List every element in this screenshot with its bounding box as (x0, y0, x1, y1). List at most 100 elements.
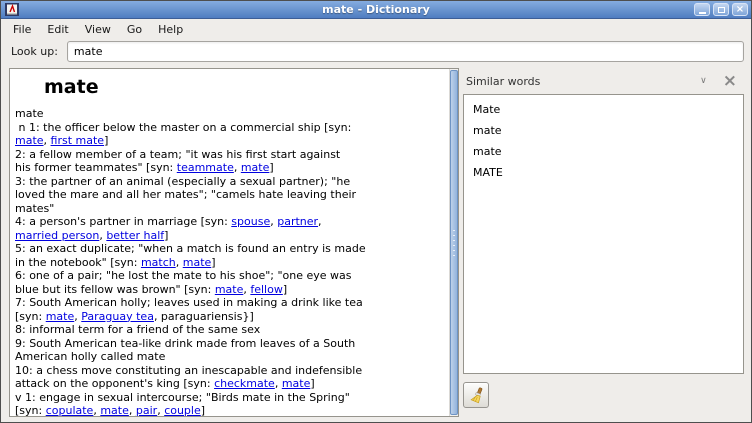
collapse-panel-button[interactable]: ∨ (694, 74, 713, 89)
scrollbar-grip-icon (453, 230, 455, 256)
maximize-icon (718, 7, 725, 13)
similar-word-item[interactable]: MATE (464, 162, 743, 183)
definition-line: n 1: the officer below the master on a c… (15, 121, 447, 135)
definition-line: in the notebook" [syn: match, mate] (15, 256, 447, 270)
definition-text-segment: 10: a chess move constituting an inescap… (15, 364, 362, 377)
synonym-link[interactable]: mate (241, 161, 270, 174)
definition-line: 9: South American tea-like drink made fr… (15, 337, 447, 351)
definition-line: mates" (15, 202, 447, 216)
synonym-link[interactable]: mate (100, 404, 129, 416)
definition-text-segment: n 1: the officer below the master on a c… (15, 121, 351, 134)
definition-text-segment: American holly called mate (15, 350, 165, 363)
synonym-link[interactable]: partner (277, 215, 318, 228)
definition-line: 2: a fellow member of a team; "it was hi… (15, 148, 447, 162)
definition-text-segment: blue but its fellow was brown" [syn: (15, 283, 215, 296)
definition-text-segment: 4: a person's partner in marriage [syn: (15, 215, 231, 228)
synonym-link[interactable]: spouse (231, 215, 270, 228)
main-area: mate mate n 1: the officer below the mas… (1, 66, 751, 422)
synonym-link[interactable]: pair (136, 404, 157, 416)
similar-words-header: Similar words ∨ × (463, 68, 744, 94)
definition-panel: mate mate n 1: the officer below the mas… (9, 68, 459, 417)
window-title: mate - Dictionary (1, 3, 751, 16)
definition-line: his former teammates" [syn: teammate, ma… (15, 161, 447, 175)
lookup-label: Look up: (11, 45, 58, 58)
definition-text-segment: 6: one of a pair; "he lost the mate to h… (15, 269, 352, 282)
synonym-link[interactable]: mate (46, 310, 75, 323)
definition-line: married person, better half] (15, 229, 447, 243)
definition-line: 8: informal term for a friend of the sam… (15, 323, 447, 337)
similar-words-panel: Similar words ∨ × MatematemateMATE (463, 68, 744, 417)
minimize-button[interactable] (694, 3, 710, 16)
definition-text-segment: 3: the partner of an animal (especially … (15, 175, 350, 188)
definition-line: 10: a chess move constituting an inescap… (15, 364, 447, 378)
definition-text-segment: v 1: engage in sexual intercourse; "Bird… (15, 391, 350, 404)
definition-line: [syn: copulate, mate, pair, couple] (15, 404, 447, 416)
definition-line: 3: the partner of an animal (especially … (15, 175, 447, 189)
definition-line: 6: one of a pair; "he lost the mate to h… (15, 269, 447, 283)
definition-line: mate (15, 107, 447, 121)
definition-text-segment: 5: an exact duplicate; "when a match is … (15, 242, 366, 255)
close-panel-button[interactable]: × (719, 74, 741, 88)
synonym-link[interactable]: better half (106, 229, 164, 242)
definition-text-segment: 8: informal term for a friend of the sam… (15, 323, 260, 336)
definition-text-segment: , (176, 256, 183, 269)
definition-text-segment: attack on the opponent's king [syn: (15, 377, 214, 390)
synonym-link[interactable]: first mate (51, 134, 105, 147)
definition-scrollbar[interactable] (449, 69, 458, 416)
synonym-link[interactable]: mate (282, 377, 311, 390)
definition-line: 4: a person's partner in marriage [syn: … (15, 215, 447, 229)
definition-text-segment: ] (201, 404, 205, 416)
menu-item-go[interactable]: Go (119, 20, 150, 39)
maximize-button[interactable] (713, 3, 729, 16)
synonym-link[interactable]: copulate (46, 404, 94, 416)
definition-line: loved the mare and all her mates"; "came… (15, 188, 447, 202)
definition-text-segment: mate (15, 107, 44, 120)
similar-word-item[interactable]: mate (464, 120, 743, 141)
menu-item-edit[interactable]: Edit (39, 20, 76, 39)
menu-item-help[interactable]: Help (150, 20, 191, 39)
close-button[interactable]: × (732, 3, 748, 16)
menu-item-file[interactable]: File (5, 20, 39, 39)
scrollbar-thumb[interactable] (450, 70, 458, 415)
synonym-link[interactable]: match (141, 256, 176, 269)
definition-text-segment: ] (310, 377, 314, 390)
synonym-link[interactable]: checkmate (214, 377, 275, 390)
similar-words-list[interactable]: MatematemateMATE (463, 94, 744, 374)
similar-word-item[interactable]: mate (464, 141, 743, 162)
definition-line: 7: South American holly; leaves used in … (15, 296, 447, 310)
menu-item-view[interactable]: View (77, 20, 119, 39)
synonym-link[interactable]: teammate (177, 161, 234, 174)
definition-text-segment: , (129, 404, 136, 416)
similar-words-title: Similar words (466, 75, 694, 88)
definition-text-segment: , (44, 134, 51, 147)
dictionary-app-icon (5, 3, 19, 16)
titlebar[interactable]: mate - Dictionary × (1, 1, 751, 19)
definition-textview[interactable]: mate mate n 1: the officer below the mas… (10, 69, 449, 416)
definition-text-segment: ] (211, 256, 215, 269)
definition-text-segment: [syn: (15, 310, 46, 323)
close-icon: × (736, 5, 744, 15)
synonym-link[interactable]: mate (183, 256, 212, 269)
definition-line: attack on the opponent's king [syn: chec… (15, 377, 447, 391)
synonym-link[interactable]: Paraguay tea (81, 310, 154, 323)
window-controls: × (691, 3, 748, 16)
definition-headword: mate (44, 75, 447, 99)
definition-text-segment: in the notebook" [syn: (15, 256, 141, 269)
synonym-link[interactable]: mate (215, 283, 244, 296)
panel-close-icon: × (723, 71, 737, 91)
clear-broom-icon (468, 387, 485, 404)
synonym-link[interactable]: couple (164, 404, 201, 416)
synonym-link[interactable]: married person (15, 229, 99, 242)
synonym-link[interactable]: fellow (250, 283, 282, 296)
definition-line: v 1: engage in sexual intercourse; "Bird… (15, 391, 447, 405)
definition-text-segment: [syn: (15, 404, 46, 416)
lookup-input[interactable] (67, 41, 744, 62)
definition-line: American holly called mate (15, 350, 447, 364)
definition-text-segment: , (318, 215, 322, 228)
similar-word-item[interactable]: Mate (464, 99, 743, 120)
definition-text-segment: ] (269, 161, 273, 174)
definition-text-segment: , (234, 161, 241, 174)
synonym-link[interactable]: mate (15, 134, 44, 147)
definition-text-segment: mates" (15, 202, 54, 215)
clear-button[interactable] (463, 382, 489, 408)
